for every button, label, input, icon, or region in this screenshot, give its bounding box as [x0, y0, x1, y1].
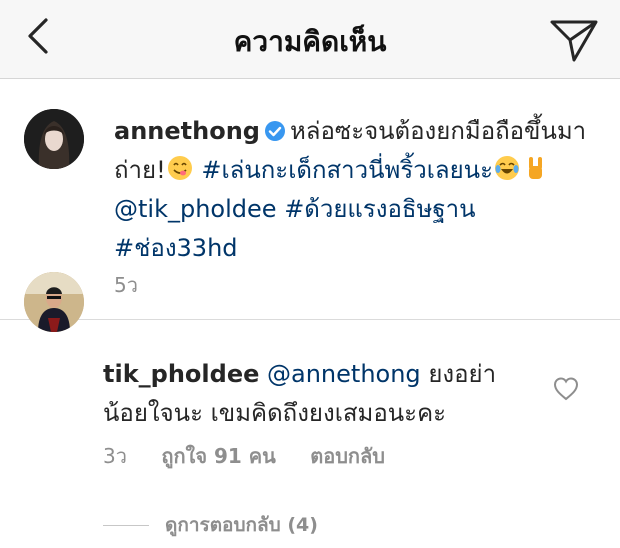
caption-username[interactable]: annethong — [114, 117, 260, 145]
mention-link[interactable]: @tik_pholdee — [114, 195, 277, 223]
hashtag-link[interactable]: #ช่อง33hd — [114, 234, 238, 262]
caption-text: annethong หล่อซะจนต้องยกมือถือขึ้นมาถ่าย!… — [114, 112, 604, 268]
caption-timestamp: 5ว — [114, 273, 138, 297]
comment-username[interactable]: tik_pholdee — [103, 360, 259, 388]
paper-plane-icon — [550, 20, 598, 62]
comment-timestamp: 3ว — [103, 444, 127, 468]
page-title: ความคิดเห็น — [233, 25, 387, 58]
profile-photo-icon — [24, 109, 84, 169]
heart-icon — [553, 377, 579, 401]
like-button[interactable] — [552, 375, 580, 403]
face-savoring-food-emoji — [167, 156, 192, 180]
comment-text: tik_pholdee @annethong ยงอย่าน้อยใจนะ เข… — [103, 355, 533, 433]
rock-on-hand-emoji — [528, 157, 542, 179]
avatar[interactable] — [24, 109, 84, 169]
avatar[interactable] — [24, 272, 84, 332]
share-button[interactable] — [548, 12, 600, 64]
hashtag-link[interactable]: #ด้วยแรงอธิษฐาน — [284, 195, 475, 223]
hashtag-link[interactable]: #เล่นกะเด็กสาวนี่พริ้วเลยนะ — [201, 156, 493, 184]
comment-likes-count[interactable]: ถูกใจ 91 คน — [161, 444, 276, 468]
comment-meta: 3ว ถูกใจ 91 คน ตอบกลับ — [103, 440, 413, 472]
profile-photo-icon — [24, 272, 84, 332]
view-replies-label: ดูการตอบกลับ (4) — [165, 514, 318, 536]
verified-badge-icon — [264, 121, 285, 141]
reply-button[interactable]: ตอบกลับ — [310, 444, 385, 468]
post-caption: annethong หล่อซะจนต้องยกมือถือขึ้นมาถ่าย!… — [0, 79, 620, 320]
view-replies-button[interactable]: ดูการตอบกลับ (4) — [103, 510, 318, 540]
tears-of-joy-emoji — [494, 156, 519, 180]
divider-line — [103, 525, 149, 526]
top-nav-bar: ความคิดเห็น — [0, 0, 620, 79]
mention-link[interactable]: @annethong — [267, 360, 421, 388]
